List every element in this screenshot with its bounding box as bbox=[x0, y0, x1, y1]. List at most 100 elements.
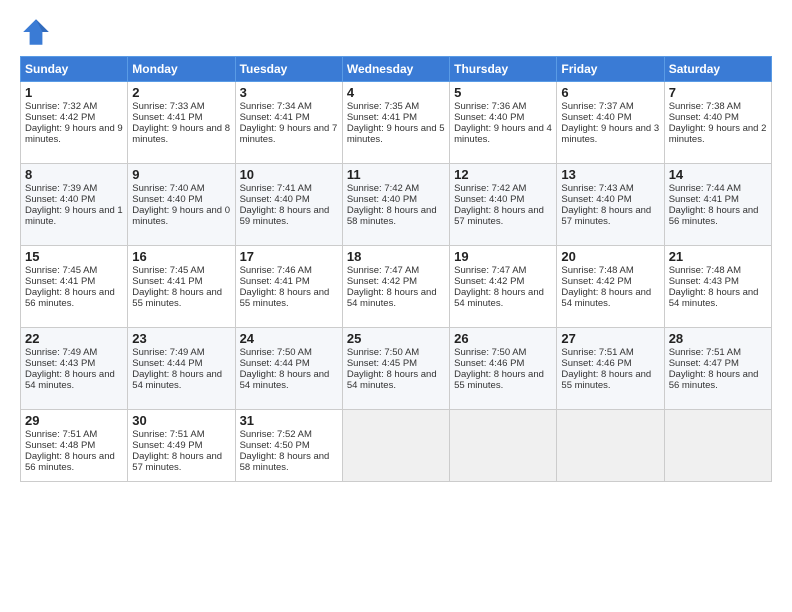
sunrise-text: Sunrise: 7:43 AM bbox=[561, 183, 633, 194]
daylight-text: Daylight: 9 hours and 1 minute. bbox=[25, 205, 123, 227]
day-number: 16 bbox=[132, 249, 230, 264]
daylight-text: Daylight: 8 hours and 54 minutes. bbox=[25, 369, 115, 391]
day-number: 7 bbox=[669, 85, 767, 100]
calendar-week-row: 29Sunrise: 7:51 AMSunset: 4:48 PMDayligh… bbox=[21, 410, 772, 482]
sunrise-text: Sunrise: 7:44 AM bbox=[669, 183, 741, 194]
day-number: 30 bbox=[132, 413, 230, 428]
sunrise-text: Sunrise: 7:34 AM bbox=[240, 101, 312, 112]
day-number: 4 bbox=[347, 85, 445, 100]
calendar-cell bbox=[557, 410, 664, 482]
sunset-text: Sunset: 4:40 PM bbox=[132, 194, 202, 205]
calendar-cell: 26Sunrise: 7:50 AMSunset: 4:46 PMDayligh… bbox=[450, 328, 557, 410]
calendar-cell bbox=[664, 410, 771, 482]
calendar-week-row: 22Sunrise: 7:49 AMSunset: 4:43 PMDayligh… bbox=[21, 328, 772, 410]
sunset-text: Sunset: 4:41 PM bbox=[669, 194, 739, 205]
sunrise-text: Sunrise: 7:33 AM bbox=[132, 101, 204, 112]
daylight-text: Daylight: 8 hours and 57 minutes. bbox=[561, 205, 651, 227]
sunrise-text: Sunrise: 7:42 AM bbox=[454, 183, 526, 194]
daylight-text: Daylight: 8 hours and 54 minutes. bbox=[347, 369, 437, 391]
daylight-text: Daylight: 8 hours and 55 minutes. bbox=[561, 369, 651, 391]
sunset-text: Sunset: 4:46 PM bbox=[561, 358, 631, 369]
day-number: 28 bbox=[669, 331, 767, 346]
day-number: 22 bbox=[25, 331, 123, 346]
daylight-text: Daylight: 8 hours and 56 minutes. bbox=[669, 205, 759, 227]
sunrise-text: Sunrise: 7:35 AM bbox=[347, 101, 419, 112]
daylight-text: Daylight: 8 hours and 54 minutes. bbox=[240, 369, 330, 391]
sunset-text: Sunset: 4:49 PM bbox=[132, 440, 202, 451]
calendar-cell: 31Sunrise: 7:52 AMSunset: 4:50 PMDayligh… bbox=[235, 410, 342, 482]
sunset-text: Sunset: 4:40 PM bbox=[25, 194, 95, 205]
weekday-header: Wednesday bbox=[342, 57, 449, 82]
sunrise-text: Sunrise: 7:45 AM bbox=[132, 265, 204, 276]
day-number: 19 bbox=[454, 249, 552, 264]
sunrise-text: Sunrise: 7:49 AM bbox=[132, 347, 204, 358]
sunset-text: Sunset: 4:50 PM bbox=[240, 440, 310, 451]
calendar-cell: 6Sunrise: 7:37 AMSunset: 4:40 PMDaylight… bbox=[557, 82, 664, 164]
calendar-cell: 21Sunrise: 7:48 AMSunset: 4:43 PMDayligh… bbox=[664, 246, 771, 328]
daylight-text: Daylight: 8 hours and 55 minutes. bbox=[132, 287, 222, 309]
day-number: 15 bbox=[25, 249, 123, 264]
daylight-text: Daylight: 8 hours and 54 minutes. bbox=[669, 287, 759, 309]
sunset-text: Sunset: 4:40 PM bbox=[561, 112, 631, 123]
daylight-text: Daylight: 9 hours and 9 minutes. bbox=[25, 123, 123, 145]
calendar-cell: 4Sunrise: 7:35 AMSunset: 4:41 PMDaylight… bbox=[342, 82, 449, 164]
day-number: 20 bbox=[561, 249, 659, 264]
sunset-text: Sunset: 4:40 PM bbox=[669, 112, 739, 123]
sunrise-text: Sunrise: 7:47 AM bbox=[347, 265, 419, 276]
sunrise-text: Sunrise: 7:39 AM bbox=[25, 183, 97, 194]
sunrise-text: Sunrise: 7:41 AM bbox=[240, 183, 312, 194]
calendar-cell: 5Sunrise: 7:36 AMSunset: 4:40 PMDaylight… bbox=[450, 82, 557, 164]
sunrise-text: Sunrise: 7:50 AM bbox=[347, 347, 419, 358]
logo-icon bbox=[20, 16, 52, 48]
sunrise-text: Sunrise: 7:48 AM bbox=[561, 265, 633, 276]
calendar-cell: 1Sunrise: 7:32 AMSunset: 4:42 PMDaylight… bbox=[21, 82, 128, 164]
sunset-text: Sunset: 4:40 PM bbox=[240, 194, 310, 205]
daylight-text: Daylight: 9 hours and 4 minutes. bbox=[454, 123, 552, 145]
calendar-cell: 27Sunrise: 7:51 AMSunset: 4:46 PMDayligh… bbox=[557, 328, 664, 410]
sunrise-text: Sunrise: 7:46 AM bbox=[240, 265, 312, 276]
sunset-text: Sunset: 4:41 PM bbox=[240, 276, 310, 287]
daylight-text: Daylight: 8 hours and 59 minutes. bbox=[240, 205, 330, 227]
calendar-week-row: 1Sunrise: 7:32 AMSunset: 4:42 PMDaylight… bbox=[21, 82, 772, 164]
daylight-text: Daylight: 8 hours and 54 minutes. bbox=[347, 287, 437, 309]
calendar-table: SundayMondayTuesdayWednesdayThursdayFrid… bbox=[20, 56, 772, 482]
sunset-text: Sunset: 4:46 PM bbox=[454, 358, 524, 369]
sunrise-text: Sunrise: 7:45 AM bbox=[25, 265, 97, 276]
daylight-text: Daylight: 8 hours and 57 minutes. bbox=[132, 451, 222, 473]
day-number: 1 bbox=[25, 85, 123, 100]
sunset-text: Sunset: 4:48 PM bbox=[25, 440, 95, 451]
sunrise-text: Sunrise: 7:37 AM bbox=[561, 101, 633, 112]
daylight-text: Daylight: 9 hours and 3 minutes. bbox=[561, 123, 659, 145]
weekday-header: Friday bbox=[557, 57, 664, 82]
logo bbox=[20, 16, 56, 48]
daylight-text: Daylight: 8 hours and 56 minutes. bbox=[25, 287, 115, 309]
calendar-cell bbox=[342, 410, 449, 482]
weekday-header-row: SundayMondayTuesdayWednesdayThursdayFrid… bbox=[21, 57, 772, 82]
day-number: 31 bbox=[240, 413, 338, 428]
calendar-cell: 7Sunrise: 7:38 AMSunset: 4:40 PMDaylight… bbox=[664, 82, 771, 164]
day-number: 17 bbox=[240, 249, 338, 264]
daylight-text: Daylight: 8 hours and 55 minutes. bbox=[454, 369, 544, 391]
calendar-cell: 14Sunrise: 7:44 AMSunset: 4:41 PMDayligh… bbox=[664, 164, 771, 246]
daylight-text: Daylight: 8 hours and 58 minutes. bbox=[347, 205, 437, 227]
calendar-cell: 12Sunrise: 7:42 AMSunset: 4:40 PMDayligh… bbox=[450, 164, 557, 246]
sunset-text: Sunset: 4:41 PM bbox=[132, 112, 202, 123]
day-number: 25 bbox=[347, 331, 445, 346]
calendar-cell: 13Sunrise: 7:43 AMSunset: 4:40 PMDayligh… bbox=[557, 164, 664, 246]
daylight-text: Daylight: 8 hours and 54 minutes. bbox=[561, 287, 651, 309]
calendar-cell: 17Sunrise: 7:46 AMSunset: 4:41 PMDayligh… bbox=[235, 246, 342, 328]
calendar-cell: 11Sunrise: 7:42 AMSunset: 4:40 PMDayligh… bbox=[342, 164, 449, 246]
sunset-text: Sunset: 4:41 PM bbox=[347, 112, 417, 123]
sunset-text: Sunset: 4:40 PM bbox=[561, 194, 631, 205]
day-number: 10 bbox=[240, 167, 338, 182]
sunrise-text: Sunrise: 7:50 AM bbox=[240, 347, 312, 358]
calendar-cell: 2Sunrise: 7:33 AMSunset: 4:41 PMDaylight… bbox=[128, 82, 235, 164]
day-number: 24 bbox=[240, 331, 338, 346]
daylight-text: Daylight: 8 hours and 54 minutes. bbox=[454, 287, 544, 309]
calendar-cell: 29Sunrise: 7:51 AMSunset: 4:48 PMDayligh… bbox=[21, 410, 128, 482]
weekday-header: Sunday bbox=[21, 57, 128, 82]
page-header bbox=[20, 16, 772, 48]
day-number: 12 bbox=[454, 167, 552, 182]
sunrise-text: Sunrise: 7:47 AM bbox=[454, 265, 526, 276]
calendar-cell: 20Sunrise: 7:48 AMSunset: 4:42 PMDayligh… bbox=[557, 246, 664, 328]
